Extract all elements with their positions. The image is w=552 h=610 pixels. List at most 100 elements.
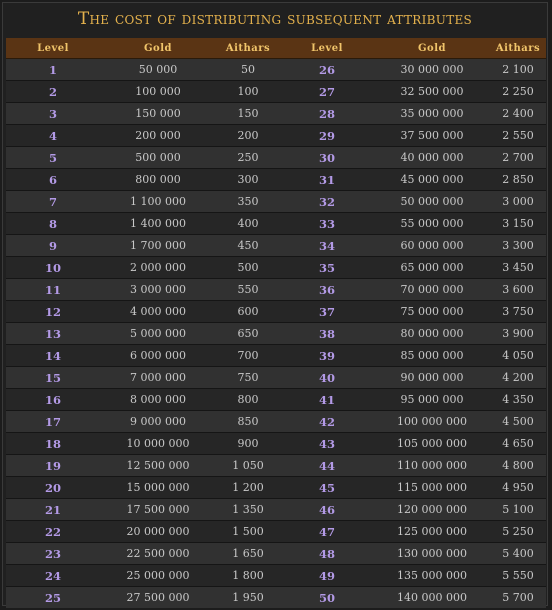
aithars-cell: 400: [216, 212, 280, 235]
gold-cell: 7 000 000: [100, 366, 216, 389]
gold-cell: 115 000 000: [374, 476, 490, 499]
level-cell: 35: [280, 256, 374, 279]
level-cell: 17: [6, 410, 100, 433]
aithars-cell: 5 250: [490, 520, 546, 543]
gold-cell: 105 000 000: [374, 432, 490, 455]
gold-cell: 80 000 000: [374, 322, 490, 345]
level-cell: 19: [6, 454, 100, 477]
gold-cell: 95 000 000: [374, 388, 490, 411]
aithars-cell: 150: [216, 102, 280, 125]
level-cell: 38: [280, 322, 374, 345]
aithars-cell: 3 900: [490, 322, 546, 345]
gold-cell: 50 000: [100, 58, 216, 81]
level-cell: 16: [6, 388, 100, 411]
level-cell: 27: [280, 80, 374, 103]
aithars-cell: 4 350: [490, 388, 546, 411]
aithars-cell: 1 500: [216, 520, 280, 543]
aithars-cell: 500: [216, 256, 280, 279]
gold-cell: 70 000 000: [374, 278, 490, 301]
level-cell: 36: [280, 278, 374, 301]
aithars-cell: 2 550: [490, 124, 546, 147]
table-row: 25 27 500 000 1 950 50 140 000 000 5 700: [6, 586, 546, 608]
header-gold: Gold: [100, 38, 216, 59]
table-body: 1 50 000 50 26 30 000 000 2 100 2 100 000 100 27 3…: [6, 58, 546, 608]
gold-cell: 55 000 000: [374, 212, 490, 235]
aithars-cell: 200: [216, 124, 280, 147]
gold-cell: 2 000 000: [100, 256, 216, 279]
gold-cell: 130 000 000: [374, 542, 490, 565]
table-row: 13 5 000 000 650 38 80 000 000 3 900: [6, 322, 546, 345]
gold-cell: 65 000 000: [374, 256, 490, 279]
level-cell: 42: [280, 410, 374, 433]
table-row: 21 17 500 000 1 350 46 120 000 000 5 100: [6, 498, 546, 521]
table-row: 81 400 000 400 33 55 000 000 3 150: [6, 212, 546, 235]
gold-cell: 150 000: [100, 102, 216, 125]
aithars-cell: 1 800: [216, 564, 280, 587]
gold-cell: 1 400 000: [100, 212, 216, 235]
aithars-cell: 250: [216, 146, 280, 169]
level-cell: 5: [6, 146, 100, 169]
aithars-cell: 1 950: [216, 586, 280, 608]
table-row: 3 150 000 150 28 35 000 000 2 400: [6, 102, 546, 125]
gold-cell: 75 000 000: [374, 300, 490, 323]
level-cell: 29: [280, 124, 374, 147]
header-aithars: Aithars: [216, 38, 280, 59]
aithars-cell: 4 500: [490, 410, 546, 433]
level-cell: 9: [6, 234, 100, 257]
aithars-cell: 300: [216, 168, 280, 191]
aithars-cell: 900: [216, 432, 280, 455]
aithars-cell: 50: [216, 58, 280, 81]
gold-cell: 40 000 000: [374, 146, 490, 169]
gold-cell: 100 000 000: [374, 410, 490, 433]
table-row: 71 100 000 350 32 50 000 000 3 000: [6, 190, 546, 213]
gold-cell: 100 000: [100, 80, 216, 103]
level-cell: 34: [280, 234, 374, 257]
level-cell: 33: [280, 212, 374, 235]
level-cell: 41: [280, 388, 374, 411]
aithars-cell: 3 450: [490, 256, 546, 279]
table-row: 91 700 000 450 34 60 000 000 3 300: [6, 234, 546, 257]
table-row: 1 50 000 50 26 30 000 000 2 100: [6, 58, 546, 81]
aithars-cell: 100: [216, 80, 280, 103]
level-cell: 40: [280, 366, 374, 389]
gold-cell: 9 000 000: [100, 410, 216, 433]
level-cell: 10: [6, 256, 100, 279]
aithars-cell: 750: [216, 366, 280, 389]
level-cell: 31: [280, 168, 374, 191]
aithars-cell: 450: [216, 234, 280, 257]
aithars-cell: 3 000: [490, 190, 546, 213]
gold-cell: 500 000: [100, 146, 216, 169]
table-row: 24 25 000 000 1 800 49 135 000 000 5 550: [6, 564, 546, 587]
gold-cell: 27 500 000: [100, 586, 216, 608]
gold-cell: 10 000 000: [100, 432, 216, 455]
gold-cell: 90 000 000: [374, 366, 490, 389]
gold-cell: 45 000 000: [374, 168, 490, 191]
aithars-cell: 4 200: [490, 366, 546, 389]
level-cell: 46: [280, 498, 374, 521]
table-row: 22 20 000 000 1 500 47 125 000 000 5 250: [6, 520, 546, 543]
level-cell: 49: [280, 564, 374, 587]
gold-cell: 32 500 000: [374, 80, 490, 103]
level-cell: 37: [280, 300, 374, 323]
level-cell: 43: [280, 432, 374, 455]
gold-cell: 37 500 000: [374, 124, 490, 147]
gold-cell: 12 500 000: [100, 454, 216, 477]
level-cell: 30: [280, 146, 374, 169]
table-row: 23 22 500 000 1 650 48 130 000 000 5 400: [6, 542, 546, 565]
gold-cell: 125 000 000: [374, 520, 490, 543]
gold-cell: 3 000 000: [100, 278, 216, 301]
gold-cell: 200 000: [100, 124, 216, 147]
level-cell: 39: [280, 344, 374, 367]
aithars-cell: 3 600: [490, 278, 546, 301]
gold-cell: 25 000 000: [100, 564, 216, 587]
level-cell: 7: [6, 190, 100, 213]
table-row: 20 15 000 000 1 200 45 115 000 000 4 950: [6, 476, 546, 499]
table-row: 10 2 000 000 500 35 65 000 000 3 450: [6, 256, 546, 279]
gold-cell: 140 000 000: [374, 586, 490, 608]
aithars-cell: 3 750: [490, 300, 546, 323]
gold-cell: 1 700 000: [100, 234, 216, 257]
level-cell: 18: [6, 432, 100, 455]
table-row: 11 3 000 000 550 36 70 000 000 3 600: [6, 278, 546, 301]
aithars-cell: 550: [216, 278, 280, 301]
aithars-cell: 1 050: [216, 454, 280, 477]
